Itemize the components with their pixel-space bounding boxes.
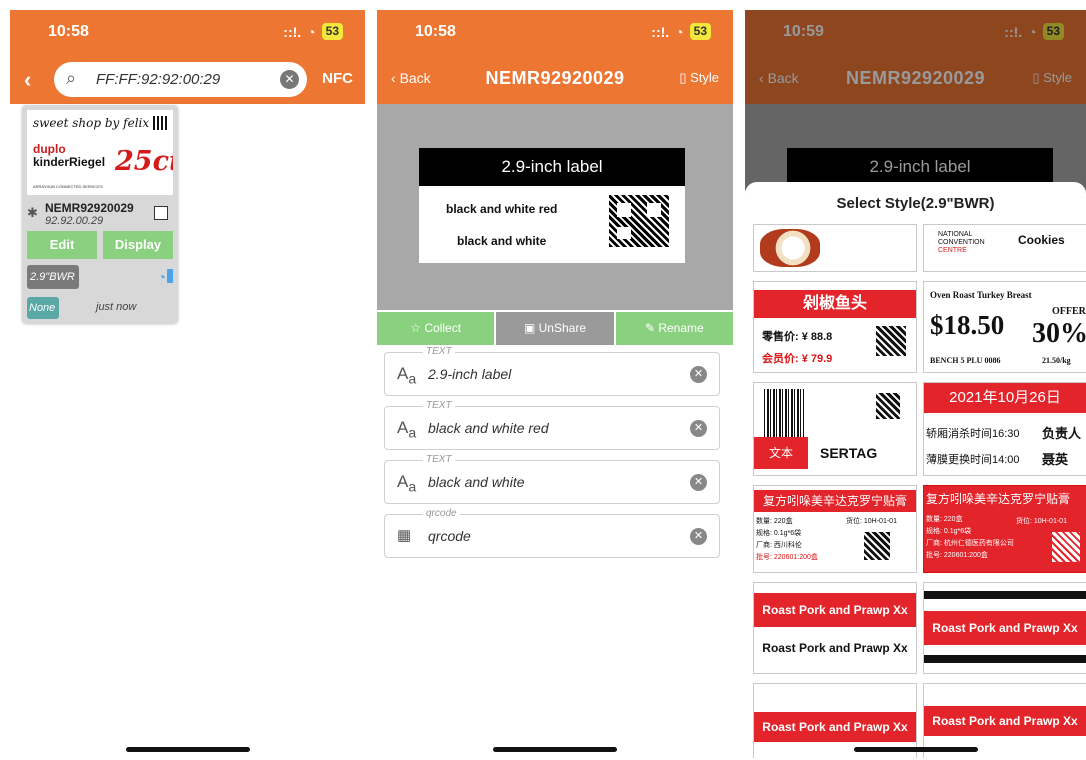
edit-button[interactable]: Edit bbox=[27, 231, 97, 259]
clear-icon[interactable]: ✕ bbox=[690, 528, 707, 545]
battery-icon: 53 bbox=[321, 23, 343, 40]
style-tile-medicine-2[interactable]: 复方吲哚美辛达克罗宁贴膏 数量: 220盒 货位: 10H-01-01 规格: … bbox=[923, 485, 1086, 573]
select-checkbox[interactable] bbox=[154, 206, 168, 220]
battery-level-icon bbox=[167, 269, 173, 283]
nav-bar: ‹ Back NEMR92920029 ▯ Style bbox=[377, 56, 733, 104]
label-line1: black and white red bbox=[446, 202, 558, 216]
star-icon: ☆ bbox=[410, 321, 425, 335]
book-icon: ▯ bbox=[679, 70, 691, 85]
qr-code-icon bbox=[609, 195, 669, 247]
home-indicator bbox=[493, 747, 617, 752]
qr-code-icon bbox=[876, 326, 906, 356]
label-header: 2.9-inch label bbox=[419, 148, 685, 186]
signal-icon: ::!. bbox=[283, 23, 302, 40]
search-input[interactable]: ⌕ FF:FF:92:92:00:29 ✕ bbox=[54, 62, 307, 97]
style-tile-cookies[interactable]: NATIONAL CONVENTION CENTRE Cookies bbox=[923, 224, 1086, 272]
status-bar: 10:58 ::!. ◔ 53 bbox=[10, 10, 365, 56]
thumb-shop-text: sweet shop by felix bbox=[33, 116, 150, 130]
status-time: 10:58 bbox=[48, 23, 89, 40]
pencil-icon: ✎ bbox=[644, 321, 659, 335]
clear-icon[interactable]: ✕ bbox=[690, 366, 707, 383]
label-line2: black and white bbox=[457, 234, 547, 248]
status-badge: None bbox=[27, 297, 59, 319]
clear-icon[interactable]: ✕ bbox=[690, 474, 707, 491]
unshare-button[interactable]: ▣ UnShare bbox=[496, 312, 614, 345]
field-kind: qrcode bbox=[423, 508, 460, 519]
thumb-price: 25ct bbox=[115, 146, 173, 177]
select-style-screen: 10:59 ::!. ◔ 53 ‹ Back NEMR92920029 ▯ St… bbox=[745, 10, 1086, 758]
field-kind: TEXT bbox=[423, 454, 455, 465]
action-bar: ☆ Collect ▣ UnShare ✎ Rename bbox=[377, 312, 733, 345]
text-format-icon: Aa bbox=[397, 472, 417, 496]
style-tile-turkey[interactable]: Oven Roast Turkey Breast $18.50 OFFER 30… bbox=[923, 281, 1086, 373]
device-info: ✱ NEMR92920029 92.92.00.29 bbox=[27, 201, 173, 231]
style-tile-medicine-1[interactable]: 复方吲哚美辛达克罗宁贴膏 数量: 220盒 货位: 10H-01-01 规格: … bbox=[753, 485, 917, 573]
search-icon: ⌕ bbox=[66, 68, 77, 88]
collect-button[interactable]: ☆ Collect bbox=[377, 312, 495, 345]
search-value: FF:FF:92:92:00:29 bbox=[96, 71, 221, 88]
style-tile-date[interactable]: 2021年10月26日 轿厢消杀时间16:30 负责人 薄膜更换时间14:00 … bbox=[923, 382, 1086, 476]
home-indicator bbox=[853, 747, 978, 752]
battery-icon: 53 bbox=[689, 23, 711, 40]
style-tile-pork-2[interactable]: Roast Pork and Prawp Xx bbox=[923, 582, 1086, 674]
last-seen: just now bbox=[96, 301, 137, 313]
home-indicator bbox=[125, 747, 250, 752]
device-name: NEMR92920029 bbox=[45, 201, 134, 215]
rename-button[interactable]: ✎ Rename bbox=[615, 312, 733, 345]
signal-icon: ::!. bbox=[651, 23, 670, 40]
field-value: black and white bbox=[428, 474, 525, 490]
text-field-3[interactable]: TEXT Aa black and white ✕ bbox=[384, 454, 720, 504]
wifi-signal-icon: ◔ bbox=[157, 269, 166, 285]
style-tile-sertag[interactable]: 文本 SERTAG bbox=[753, 382, 917, 476]
sheet-title: Select Style(2.9"BWR) bbox=[836, 195, 995, 212]
field-value: 2.9-inch label bbox=[428, 366, 512, 382]
style-tile-pork-1[interactable]: Roast Pork and Prawp Xx Roast Pork and P… bbox=[753, 582, 917, 674]
qr-icon bbox=[153, 116, 167, 130]
field-value: black and white red bbox=[428, 420, 549, 436]
qr-code-icon bbox=[876, 393, 900, 419]
thumb-brand2: kinderRiegel bbox=[33, 155, 106, 169]
thumb-footer: ARRAYHUB CONNECTED SERVICES bbox=[33, 184, 103, 189]
nfc-button[interactable]: NFC bbox=[322, 70, 353, 87]
qr-code-icon: ▦ bbox=[397, 527, 412, 544]
field-kind: TEXT bbox=[423, 346, 455, 357]
field-kind: TEXT bbox=[423, 400, 455, 411]
tag-type-badge: 2.9"BWR bbox=[27, 265, 79, 289]
back-chevron-icon[interactable]: ‹ bbox=[24, 67, 31, 93]
clear-icon[interactable]: ✕ bbox=[280, 70, 299, 89]
status-time: 10:58 bbox=[415, 23, 456, 40]
style-tile-apple[interactable] bbox=[753, 224, 917, 272]
lock-icon: ▣ bbox=[523, 321, 539, 335]
thumb-brand1: duplo bbox=[33, 142, 66, 156]
qrcode-field[interactable]: qrcode ▦ qrcode ✕ bbox=[384, 508, 720, 558]
label-preview: 2.9-inch label black and white red black… bbox=[419, 148, 685, 263]
label-thumbnail: sweet shop by felix duplo kinderRiegel 2… bbox=[27, 110, 173, 195]
modal-overlay[interactable] bbox=[745, 10, 1086, 190]
status-bar: 10:58 ::!. ◔ 53 bbox=[377, 10, 733, 56]
clear-icon[interactable]: ✕ bbox=[690, 420, 707, 437]
barcode-icon bbox=[764, 389, 804, 443]
apple-image bbox=[760, 229, 820, 267]
display-button[interactable]: Display bbox=[103, 231, 173, 259]
device-address: 92.92.00.29 bbox=[45, 215, 104, 227]
text-format-icon: Aa bbox=[397, 364, 417, 388]
wifi-icon: ◔ bbox=[675, 23, 684, 40]
style-picker-sheet: Select Style(2.9"BWR) NATIONAL CONVENTIO… bbox=[745, 182, 1086, 758]
style-label: Style bbox=[690, 70, 719, 85]
screenshot-collage: 10:58 ::!. ◔ 53 ‹ ⌕ FF:FF:92:92:00:29 ✕ … bbox=[0, 0, 1086, 760]
style-tile-fish[interactable]: 剁椒鱼头 零售价: ¥ 88.8 会员价: ¥ 79.9 bbox=[753, 281, 917, 373]
text-field-1[interactable]: TEXT Aa 2.9-inch label ✕ bbox=[384, 346, 720, 396]
field-value: qrcode bbox=[428, 528, 471, 544]
qr-code-icon bbox=[1052, 532, 1080, 562]
device-list-screen: 10:58 ::!. ◔ 53 ‹ ⌕ FF:FF:92:92:00:29 ✕ … bbox=[10, 10, 365, 758]
qr-code-icon bbox=[864, 532, 890, 560]
wifi-icon: ◔ bbox=[307, 23, 316, 40]
text-field-2[interactable]: TEXT Aa black and white red ✕ bbox=[384, 400, 720, 450]
style-button[interactable]: ▯ Style bbox=[679, 70, 719, 86]
search-bar: ‹ ⌕ FF:FF:92:92:00:29 ✕ NFC bbox=[10, 56, 365, 104]
text-format-icon: Aa bbox=[397, 418, 417, 442]
device-card[interactable]: sweet shop by felix duplo kinderRiegel 2… bbox=[22, 105, 178, 323]
device-detail-screen: 10:58 ::!. ◔ 53 ‹ Back NEMR92920029 ▯ St… bbox=[377, 10, 733, 758]
bluetooth-icon: ✱ bbox=[27, 205, 38, 220]
